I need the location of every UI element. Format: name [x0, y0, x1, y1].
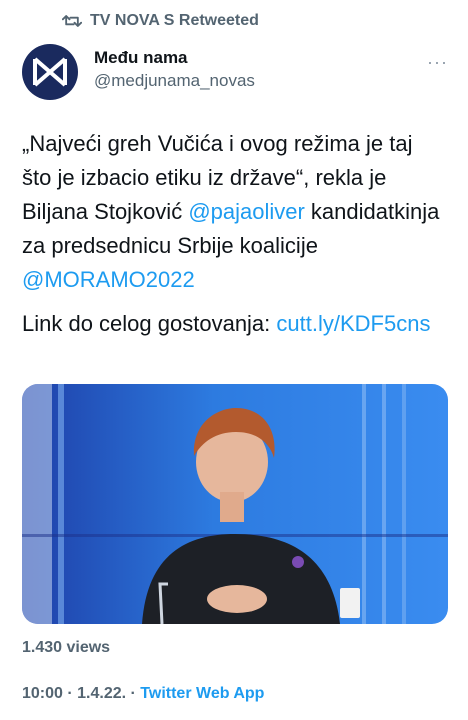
tweet-media-photo[interactable] — [22, 384, 448, 624]
source-app-link[interactable]: Twitter Web App — [140, 685, 264, 702]
external-link[interactable]: cutt.ly/KDF5cns — [276, 311, 430, 336]
tweet-header: Među nama @medjunama_novas ··· — [22, 44, 448, 100]
retweet-context[interactable]: TV NOVA S Retweeted — [62, 12, 259, 30]
handle[interactable]: @medjunama_novas — [94, 69, 255, 93]
tweet-text: „Najveći greh Vučića i ovog režima je ta… — [22, 127, 442, 341]
avatar[interactable] — [22, 44, 78, 100]
mention-link[interactable]: @MORAMO2022 — [22, 267, 195, 292]
author-names: Među nama @medjunama_novas — [94, 47, 255, 93]
medju-nama-logo-icon — [33, 57, 67, 87]
meta-separator: · — [62, 685, 78, 702]
more-options-icon[interactable]: ··· — [427, 52, 448, 73]
retweet-label: TV NOVA S Retweeted — [90, 12, 259, 29]
tweet-meta: 10:00 · 1.4.22. · Twitter Web App — [22, 685, 264, 703]
tweet-time[interactable]: 10:00 — [22, 685, 63, 702]
tweet-paragraph-1: „Najveći greh Vučića i ovog režima je ta… — [22, 127, 442, 297]
tweet-paragraph-2: Link do celog gostovanja: cutt.ly/KDF5cn… — [22, 307, 442, 341]
retweet-icon — [62, 15, 82, 27]
view-count: 1.430 views — [22, 639, 111, 656]
studio-photo-image — [22, 384, 448, 624]
mention-link[interactable]: @pajaoliver — [188, 199, 305, 224]
display-name[interactable]: Među nama — [94, 47, 255, 69]
tweet-date[interactable]: 1.4.22. — [77, 685, 126, 702]
meta-separator: · — [126, 685, 141, 702]
tweet-text-part: Link do celog gostovanja: — [22, 311, 277, 336]
